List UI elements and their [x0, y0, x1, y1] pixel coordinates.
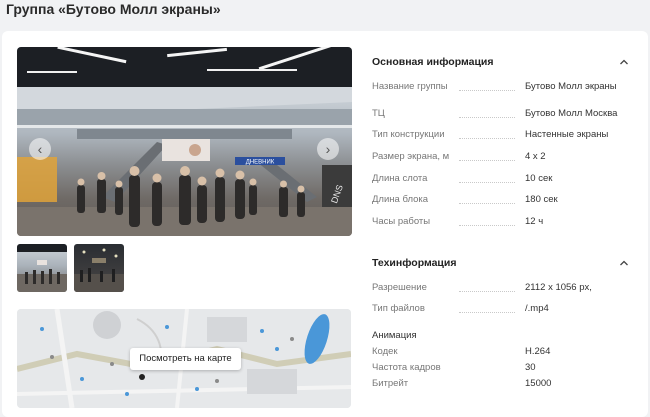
- info-label: Частота кадров: [372, 362, 441, 373]
- chevron-right-icon: ›: [325, 141, 331, 157]
- info-value: 180 сек: [525, 194, 558, 205]
- tech-info-title: Техинформация: [372, 257, 457, 269]
- info-value: 30: [525, 362, 536, 373]
- info-value: Настенные экраны: [525, 129, 609, 140]
- info-label: Кодек: [372, 346, 398, 357]
- leader-dots: [459, 160, 515, 161]
- gallery-prev-button[interactable]: ‹: [29, 138, 51, 160]
- view-on-map-button[interactable]: Посмотреть на карте: [130, 348, 241, 370]
- basic-info-title: Основная информация: [372, 56, 494, 68]
- info-value: Бутово Молл Москва: [525, 108, 618, 119]
- leader-dots: [459, 138, 515, 139]
- leader-dots: [459, 90, 515, 91]
- info-label: Часы работы: [372, 216, 431, 227]
- leader-dots: [459, 182, 515, 183]
- info-value: 2112 x 1056 px,: [525, 282, 592, 293]
- chevron-left-icon: ‹: [37, 141, 43, 157]
- info-label: Размер экрана, м: [372, 151, 450, 162]
- chevron-up-icon[interactable]: [619, 258, 629, 268]
- info-label: Тип файлов: [372, 303, 425, 314]
- info-value: H.264: [525, 346, 551, 357]
- info-label: Разрешение: [372, 282, 427, 293]
- info-label: ТЦ: [372, 108, 385, 119]
- gallery-thumbnail-2[interactable]: [74, 244, 124, 292]
- gallery-thumbnail-1[interactable]: [17, 244, 67, 292]
- animation-title: Анимация: [372, 330, 417, 341]
- info-value: 15000: [525, 378, 552, 389]
- mall-photo: ДНЕВНИК DNS ‹ ›: [17, 47, 352, 236]
- info-label: Длина слота: [372, 173, 428, 184]
- info-value: Бутово Молл экраны: [525, 81, 617, 92]
- gallery-next-button[interactable]: ›: [317, 138, 339, 160]
- chevron-up-icon[interactable]: [619, 57, 629, 67]
- info-label: Битрейт: [372, 378, 409, 389]
- info-label: Тип конструкции: [372, 129, 445, 140]
- leader-dots: [459, 203, 515, 204]
- info-value: 4 x 2: [525, 151, 546, 162]
- page-title: Группа «Бутово Молл экраны»: [6, 1, 221, 17]
- info-label: Название группы: [372, 81, 448, 92]
- store-sign: ДНЕВНИК: [246, 160, 275, 166]
- leader-dots: [459, 291, 515, 292]
- info-value: 12 ч: [525, 216, 544, 227]
- info-value: /.mp4: [525, 303, 549, 314]
- leader-dots: [459, 225, 515, 226]
- info-value: 10 сек: [525, 173, 553, 184]
- leader-dots: [459, 117, 515, 118]
- leader-dots: [459, 312, 515, 313]
- info-label: Длина блока: [372, 194, 429, 205]
